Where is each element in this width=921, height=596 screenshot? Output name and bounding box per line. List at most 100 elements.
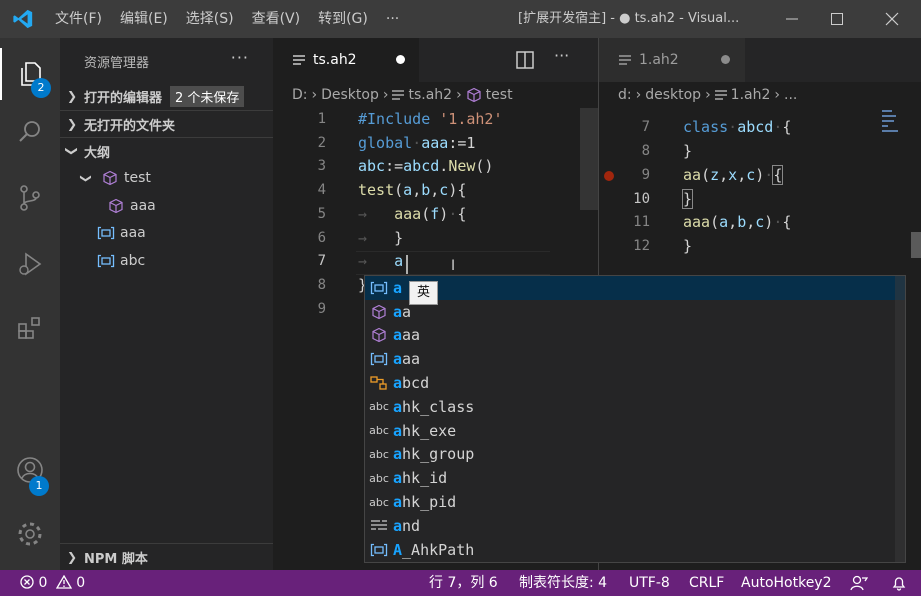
no-folder-section[interactable]: ❯ 无打开的文件夹 [60, 111, 273, 137]
cursor-position[interactable]: 行 7，列 6 [429, 570, 498, 596]
suggestion-label: nd [402, 516, 421, 535]
suggestion-label: hk_group [402, 445, 475, 464]
suggestion-item[interactable]: abc a hk_exe [365, 419, 905, 443]
suggestion-item[interactable]: A _AhkPath [365, 538, 905, 562]
code-line: test(a,b,c){ [358, 181, 467, 199]
line-number: 10 [633, 191, 650, 207]
chevron-right-icon: › [456, 87, 462, 103]
breadcrumb-folder[interactable]: Desktop [321, 87, 379, 103]
outline-item-aaa-class[interactable]: aaa [106, 193, 156, 219]
code-line: abc:=abcd.New() [358, 157, 494, 175]
line-number: 11 [633, 214, 650, 230]
menu-go[interactable]: 转到(G) [309, 0, 377, 38]
source-control-activity[interactable] [0, 172, 60, 224]
suggestion-item[interactable]: a aa [365, 324, 905, 348]
left-tab-bar: ts.ah2 ··· [273, 38, 598, 82]
suggestion-label: hk_class [402, 397, 475, 416]
feedback-icon[interactable] [850, 575, 868, 591]
suggestion-item[interactable]: aa [365, 300, 905, 324]
npm-scripts-label: NPM 脚本 [84, 551, 148, 567]
outline-item-label: aaa [120, 225, 146, 241]
explorer-activity[interactable]: 2 [0, 48, 60, 100]
account-badge: 1 [29, 476, 49, 496]
suggestion-item[interactable]: abc a hk_group [365, 443, 905, 467]
breadcrumb-symbol[interactable]: test [486, 87, 513, 103]
suggestion-scrollbar[interactable] [895, 276, 905, 562]
breadcrumb-more[interactable]: ... [784, 87, 797, 103]
outline-section[interactable]: ❯ 大纲 [60, 138, 273, 164]
menu-more[interactable]: ··· [377, 0, 408, 38]
npm-scripts-section[interactable]: ❯ NPM 脚本 [60, 544, 273, 570]
suggestion-item[interactable]: a bcd [365, 371, 905, 395]
code-line: } [681, 189, 694, 209]
unsaved-dot-icon[interactable] [721, 55, 730, 64]
suggestion-item[interactable]: a [365, 276, 905, 300]
suggestion-item[interactable]: a aa [365, 347, 905, 371]
notifications-bell-icon[interactable] [891, 575, 907, 591]
menu-file[interactable]: 文件(F) [46, 0, 111, 38]
suggestion-match: a [393, 516, 403, 535]
line-number: 7 [317, 253, 326, 269]
chevron-down-icon: ❯ [65, 145, 79, 157]
outline-item-aaa-variable[interactable]: aaa [96, 220, 146, 246]
suggestion-item[interactable]: abc a hk_pid [365, 490, 905, 514]
unsaved-dot-icon[interactable] [396, 55, 405, 64]
close-button[interactable] [869, 0, 915, 38]
run-debug-activity[interactable] [0, 238, 60, 290]
right-scrollbar-thumb[interactable] [911, 232, 921, 258]
explorer-sidebar: 资源管理器 ··· ❯ 打开的编辑器 2 个未保存 ❯ 无打开的文件夹 ❯ 大纲… [60, 38, 273, 570]
line-ending[interactable]: CRLF [689, 570, 724, 596]
tab-ts-ah2[interactable]: ts.ah2 [273, 38, 419, 82]
class-icon [466, 87, 482, 103]
menu-selection[interactable]: 选择(S) [177, 0, 243, 38]
suggestion-item[interactable]: abc a hk_class [365, 395, 905, 419]
maximize-button[interactable] [814, 0, 860, 38]
file-lines-icon [714, 89, 727, 101]
extensions-activity[interactable] [0, 302, 60, 354]
open-editors-section[interactable]: ❯ 打开的编辑器 2 个未保存 [60, 83, 273, 109]
outline-item-test[interactable]: ❯ test [76, 165, 151, 191]
breadcrumb-folder[interactable]: desktop [645, 87, 701, 103]
menu-view[interactable]: 查看(V) [243, 0, 310, 38]
accounts-activity[interactable]: 1 [0, 444, 60, 496]
problems-indicator[interactable]: 0 0 [20, 570, 85, 596]
language-mode[interactable]: AutoHotkey2 [741, 570, 832, 596]
breadcrumb-file[interactable]: 1.ah2 [731, 87, 771, 103]
suggestion-label: bcd [402, 374, 430, 393]
suggestion-label: hk_exe [402, 421, 457, 440]
indentation[interactable]: 制表符长度: 4 [519, 570, 607, 596]
ibeam-cursor-icon: I [451, 258, 456, 274]
menu-edit[interactable]: 编辑(E) [111, 0, 177, 38]
breadcrumb-file[interactable]: ts.ah2 [408, 87, 452, 103]
run-debug-icon [19, 252, 42, 276]
suggestion-item[interactable]: abc a hk_id [365, 466, 905, 490]
text-icon: abc [369, 495, 389, 509]
manage-activity[interactable] [0, 508, 60, 560]
suggestion-match: a [393, 302, 403, 321]
line-number: 4 [317, 182, 326, 198]
explorer-more-button[interactable]: ··· [231, 48, 249, 67]
split-editor-icon[interactable] [515, 50, 535, 70]
breadcrumb-drive[interactable]: D: [292, 87, 308, 103]
right-scrollbar[interactable] [909, 108, 921, 570]
warning-icon [55, 575, 72, 589]
suggestion-match: a [393, 326, 403, 345]
status-bar: 0 0 行 7，列 6 制表符长度: 4 UTF-8 CRLF AutoHotk… [0, 570, 921, 596]
extensions-icon [18, 317, 40, 339]
minimap[interactable] [880, 108, 907, 144]
line-number: 3 [317, 158, 326, 174]
editor-more-button[interactable]: ··· [554, 46, 569, 65]
line-number: 9 [641, 167, 650, 183]
variable-icon [365, 281, 393, 295]
left-scrollbar-thumb[interactable] [580, 108, 598, 210]
code-line: aaa(a,b,c)·{ [683, 213, 792, 231]
encoding[interactable]: UTF-8 [629, 570, 670, 596]
breadcrumb-drive[interactable]: d: [618, 87, 632, 103]
tab-1-ah2[interactable]: 1.ah2 [599, 38, 745, 82]
outline-item-abc[interactable]: abc [96, 248, 145, 274]
search-activity[interactable] [0, 106, 60, 158]
minimize-button[interactable] [769, 0, 815, 38]
text-icon: abc [369, 471, 389, 485]
ime-indicator: 英 [409, 281, 438, 305]
suggestion-item[interactable]: a nd [365, 514, 905, 538]
